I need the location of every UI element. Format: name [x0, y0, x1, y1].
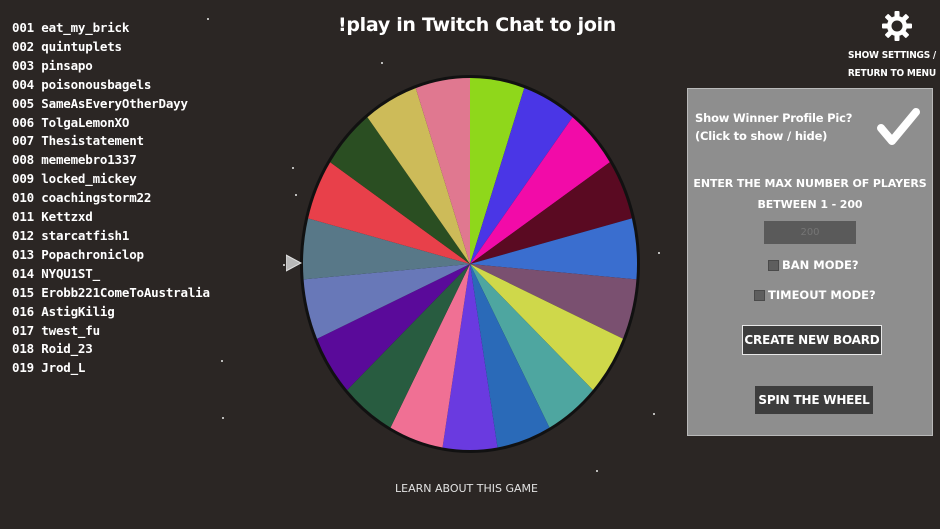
- winner-label-line2: (Click to show / hide): [695, 129, 828, 143]
- ban-mode-checkbox[interactable]: [768, 259, 779, 271]
- player-list-item: 007 Thesistatement: [12, 133, 144, 149]
- player-list: 001 eat_my_brick 002 quintuplets 003 pinsa…: [12, 19, 210, 378]
- player-list-item: 013 Popachroniclop: [12, 246, 144, 262]
- checkmark-icon[interactable]: [874, 103, 922, 151]
- player-list-item: 006 TolgaLemonXO: [12, 114, 130, 130]
- max-players-label: ENTER THE MAX NUMBER OF PLAYERS BETWEEN …: [688, 173, 932, 215]
- ban-mode-label: BAN MODE?: [782, 258, 859, 272]
- settings-link-line1: SHOW SETTINGS /: [848, 50, 936, 61]
- player-list-item: 015 Erobb221ComeToAustralia: [12, 284, 210, 300]
- max-players-line1: ENTER THE MAX NUMBER OF PLAYERS: [693, 177, 927, 190]
- player-list-item: 008 mememebro1337: [12, 152, 137, 168]
- player-list-item: 019 Jrod_L: [12, 360, 86, 376]
- player-list-item: 014 NYQU1ST_: [12, 265, 100, 281]
- player-list-item: 003 pinsapo: [12, 57, 93, 73]
- show-settings-link[interactable]: SHOW SETTINGS / RETURN TO MENU: [848, 47, 936, 83]
- max-players-line2: BETWEEN 1 - 200: [757, 198, 863, 211]
- timeout-mode-toggle[interactable]: TIMEOUT MODE?: [754, 288, 876, 302]
- winner-label-line1: Show Winner Profile Pic?: [695, 111, 853, 125]
- create-new-board-button[interactable]: CREATE NEW BOARD: [742, 325, 882, 355]
- player-list-item: 016 AstigKilig: [12, 303, 115, 319]
- player-list-item: 010 coachingstorm22: [12, 190, 152, 206]
- player-list-item: 001 eat_my_brick: [12, 20, 130, 35]
- wheel-pointer: [286, 254, 302, 272]
- prize-wheel[interactable]: [297, 72, 643, 456]
- player-list-item: 009 locked_mickey: [12, 171, 137, 187]
- settings-panel: Show Winner Profile Pic? (Click to show …: [687, 88, 933, 436]
- player-list-item: 005 SameAsEveryOtherDayy: [12, 95, 188, 111]
- timeout-mode-label: TIMEOUT MODE?: [768, 288, 876, 302]
- player-list-item: 011 Kettzxd: [12, 209, 93, 225]
- player-list-item: 004 poisonousbagels: [12, 76, 152, 92]
- settings-link-line2: RETURN TO MENU: [847, 68, 936, 79]
- player-list-item: 017 twest_fu: [12, 322, 100, 338]
- timeout-mode-checkbox[interactable]: [754, 289, 765, 301]
- max-players-input[interactable]: [764, 221, 856, 244]
- page-title: !play in Twitch Chat to join: [338, 14, 617, 36]
- learn-about-game-link[interactable]: LEARN ABOUT THIS GAME: [0, 482, 933, 495]
- player-list-item: 018 Roid_23: [12, 341, 93, 357]
- player-list-item: 012 starcatfish1: [12, 227, 130, 243]
- player-list-item: 002 quintuplets: [12, 38, 122, 54]
- winner-profile-label[interactable]: Show Winner Profile Pic? (Click to show …: [695, 109, 852, 145]
- gear-icon[interactable]: [881, 10, 913, 42]
- spin-the-wheel-button[interactable]: SPIN THE WHEEL: [755, 386, 873, 414]
- ban-mode-toggle[interactable]: BAN MODE?: [768, 258, 859, 272]
